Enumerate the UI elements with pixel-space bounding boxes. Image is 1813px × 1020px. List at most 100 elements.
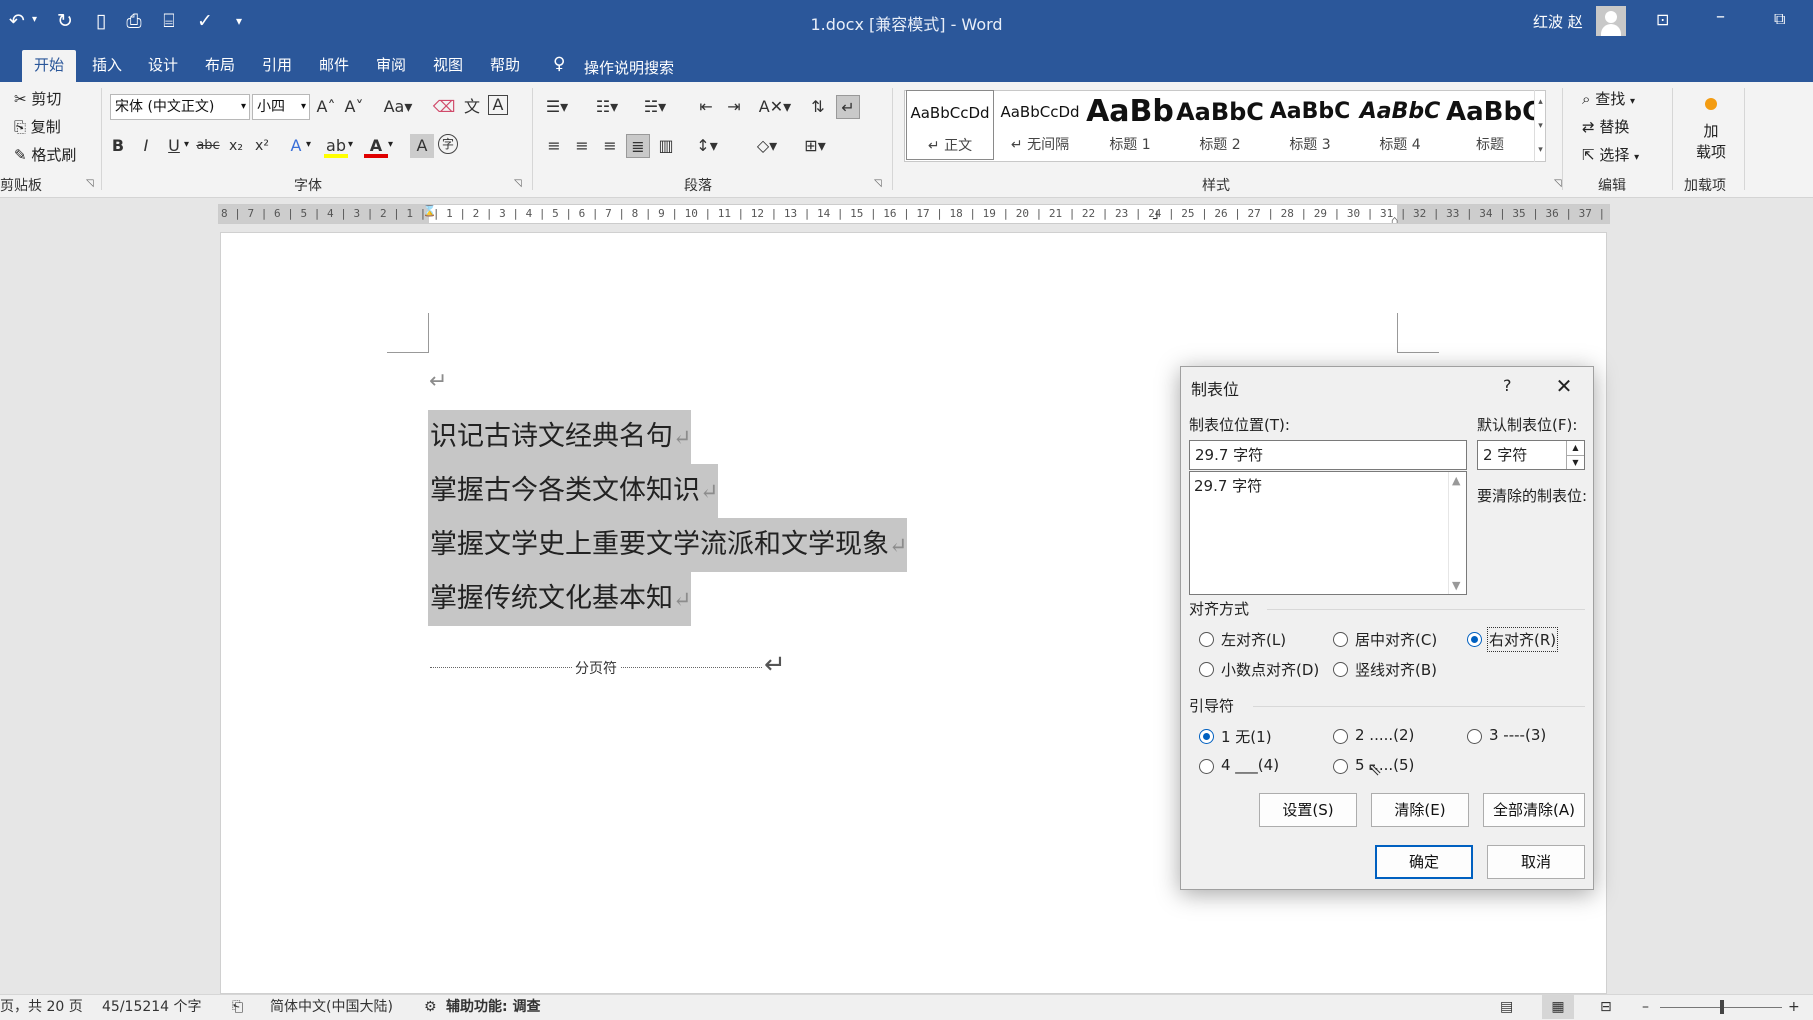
font-size-combo[interactable]: 小四 ▾ xyxy=(252,94,310,120)
chinese-layout-icon[interactable]: A✕▾ xyxy=(758,95,792,119)
subscript-icon[interactable]: x₂ xyxy=(224,134,248,158)
ribbon-display-options-icon[interactable]: ⊡ xyxy=(1656,10,1669,29)
chevron-down-icon[interactable]: ▾ xyxy=(348,139,353,150)
tab-design[interactable]: 设计 xyxy=(136,50,190,82)
sort-icon[interactable]: ⇅ xyxy=(806,95,830,119)
document-line[interactable]: 掌握传统文化基本知↵ xyxy=(428,572,692,626)
style-heading-4[interactable]: AaBbC 标题 4 xyxy=(1356,90,1444,160)
text-effects-icon[interactable]: A xyxy=(284,134,308,158)
tab-stop-list-item[interactable]: 29.7 字符 xyxy=(1194,475,1262,496)
replace-button[interactable]: ⇄ 替换 xyxy=(1582,116,1629,138)
print-layout-icon[interactable]: ▦ xyxy=(1542,995,1574,1019)
distributed-icon[interactable]: ▥ xyxy=(654,134,678,158)
copy-button[interactable]: ⎘ 复制 xyxy=(14,116,61,138)
style-title[interactable]: AaBbC 标题 xyxy=(1446,90,1534,160)
document-line[interactable]: 掌握文学史上重要文学流派和文学现象↵ xyxy=(428,518,908,572)
accessibility-status[interactable]: 辅助功能: 调查 xyxy=(446,995,540,1019)
chevron-down-icon[interactable]: ▾ xyxy=(184,139,189,150)
document-line[interactable]: 识记古诗文经典名句↵ xyxy=(428,410,692,464)
align-right-icon[interactable]: ≡ xyxy=(598,134,622,158)
set-button[interactable]: 设置(S) xyxy=(1259,793,1357,827)
web-layout-icon[interactable]: ⊟ xyxy=(1600,995,1612,1019)
spinner-down-icon[interactable]: ▼ xyxy=(1566,455,1584,469)
align-center-icon[interactable]: ≡ xyxy=(570,134,594,158)
dialog-launcher-icon[interactable]: ◹ xyxy=(1554,178,1562,189)
tab-references[interactable]: 引用 xyxy=(250,50,304,82)
language-indicator[interactable]: 简体中文(中国大陆) xyxy=(270,995,393,1019)
borders-icon[interactable]: ⊞▾ xyxy=(798,134,832,158)
show-hide-marks-icon[interactable]: ↵ xyxy=(836,95,860,119)
cancel-button[interactable]: 取消 xyxy=(1487,845,1585,879)
minimize-icon[interactable]: – xyxy=(1716,6,1725,27)
chevron-down-icon[interactable]: ▾ xyxy=(306,139,311,150)
tab-review[interactable]: 审阅 xyxy=(364,50,418,82)
justify-icon[interactable]: ≣ xyxy=(626,134,650,158)
line-spacing-icon[interactable]: ↕▾ xyxy=(690,134,724,158)
multilevel-list-icon[interactable]: ☵▾ xyxy=(638,95,672,119)
page-count[interactable]: 页，共 20 页 xyxy=(0,995,83,1019)
enclose-characters-icon[interactable]: 字 xyxy=(438,134,458,154)
select-button[interactable]: ⇱ 选择 ▾ xyxy=(1582,144,1639,169)
change-case-icon[interactable]: Aa▾ xyxy=(380,95,416,119)
addins-button[interactable]: 加 载项 xyxy=(1680,88,1742,172)
tab-help[interactable]: 帮助 xyxy=(478,50,532,82)
character-shading-icon[interactable]: A xyxy=(410,134,434,158)
tab-home[interactable]: 开始 xyxy=(22,50,77,82)
tab-layout[interactable]: 布局 xyxy=(193,50,247,82)
clear-button[interactable]: 清除(E) xyxy=(1371,793,1469,827)
character-border-icon[interactable]: A xyxy=(488,95,508,115)
restore-icon[interactable]: ⧉ xyxy=(1774,9,1785,29)
tell-me-search[interactable]: 操作说明搜索 xyxy=(584,57,674,78)
word-count[interactable]: 45/15214 个字 xyxy=(102,995,202,1019)
avatar[interactable] xyxy=(1596,6,1626,36)
find-button[interactable]: ⌕ 查找 ▾ xyxy=(1582,88,1635,113)
tab-view[interactable]: 视图 xyxy=(421,50,475,82)
zoom-slider-thumb[interactable] xyxy=(1720,1000,1724,1014)
strikethrough-icon[interactable]: abc xyxy=(196,134,220,158)
default-tab-spinner[interactable]: 2 字符 ▲ ▼ xyxy=(1477,440,1585,470)
style-normal[interactable]: AaBbCcDd ↵ 正文 xyxy=(906,90,994,160)
font-name-combo[interactable]: 宋体 (中文正文) ▾ xyxy=(110,94,250,120)
scroll-up-icon[interactable]: ▲ xyxy=(1452,474,1460,487)
style-heading-3[interactable]: AaBbC 标题 3 xyxy=(1266,90,1354,160)
close-icon[interactable]: ✕ xyxy=(1549,371,1579,401)
align-left-icon[interactable]: ≡ xyxy=(542,134,566,158)
style-heading-1[interactable]: AaBb 标题 1 xyxy=(1086,90,1174,160)
document-line[interactable]: 掌握古今各类文体知识↵ xyxy=(428,464,719,518)
tab-mailings[interactable]: 邮件 xyxy=(307,50,361,82)
proofing-icon[interactable]: ⎗ xyxy=(232,995,243,1019)
scroll-down-icon[interactable]: ▼ xyxy=(1452,579,1460,592)
right-indent-marker-icon[interactable]: ⌂ xyxy=(1391,211,1398,223)
phonetic-guide-icon[interactable]: 文 xyxy=(460,95,484,119)
horizontal-ruler[interactable]: 8 | 7 | 6 | 5 | 4 | 3 | 2 | 1 | | 1 | 2 … xyxy=(218,204,1610,224)
ok-button[interactable]: 确定 xyxy=(1375,845,1473,879)
decrease-indent-icon[interactable]: ⇤ xyxy=(694,95,718,119)
help-button[interactable]: ? xyxy=(1503,376,1512,395)
shrink-font-icon[interactable]: A˅ xyxy=(342,95,366,119)
styles-scroll-controls[interactable]: ▴ ▾ ▾ xyxy=(1534,90,1546,162)
spinner-up-icon[interactable]: ▲ xyxy=(1566,441,1584,455)
cut-button[interactable]: ✂ 剪切 xyxy=(14,88,61,110)
format-painter-button[interactable]: ✎ 格式刷 xyxy=(14,144,76,166)
shading-icon[interactable]: ◇▾ xyxy=(750,134,784,158)
style-heading-2[interactable]: AaBbC 标题 2 xyxy=(1176,90,1264,160)
dialog-launcher-icon[interactable]: ◹ xyxy=(514,178,522,189)
tab-insert[interactable]: 插入 xyxy=(80,50,134,82)
tab-stop-list[interactable]: 29.7 字符 ▲ ▼ xyxy=(1189,471,1467,595)
tab-stop-marker-icon[interactable]: ┘ xyxy=(1153,211,1161,223)
grow-font-icon[interactable]: A˄ xyxy=(314,95,338,119)
chevron-down-icon[interactable]: ▾ xyxy=(388,139,393,150)
font-color-icon[interactable]: A xyxy=(364,134,388,158)
bold-icon[interactable]: B xyxy=(106,134,130,158)
numbering-icon[interactable]: ☷▾ xyxy=(590,95,624,119)
dialog-launcher-icon[interactable]: ◹ xyxy=(86,178,94,189)
bullets-icon[interactable]: ☰▾ xyxy=(540,95,574,119)
zoom-in-icon[interactable]: + xyxy=(1788,995,1800,1019)
superscript-icon[interactable]: x² xyxy=(250,134,274,158)
underline-icon[interactable]: U xyxy=(162,134,186,158)
tab-position-input[interactable]: 29.7 字符 xyxy=(1189,440,1467,470)
list-scrollbar[interactable]: ▲ ▼ xyxy=(1448,472,1466,594)
read-mode-icon[interactable]: ▤ xyxy=(1500,995,1513,1019)
italic-icon[interactable]: I xyxy=(134,134,158,158)
zoom-out-icon[interactable]: – xyxy=(1642,995,1649,1019)
